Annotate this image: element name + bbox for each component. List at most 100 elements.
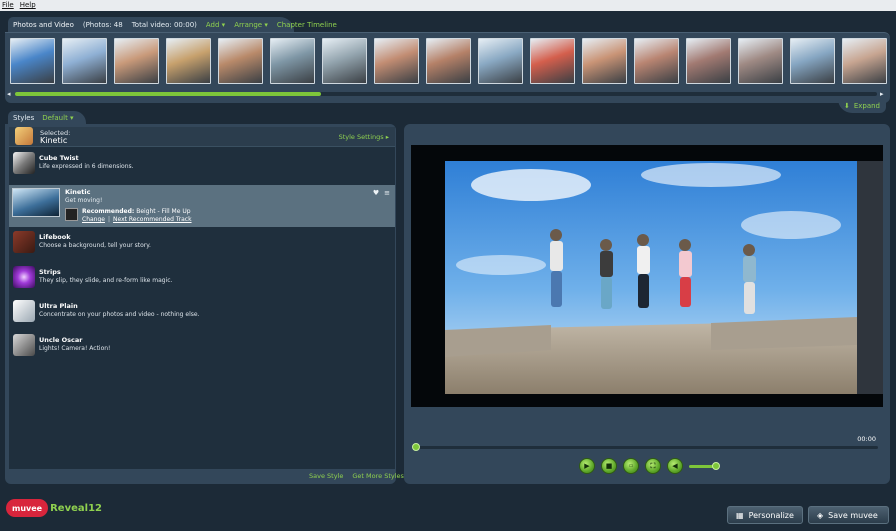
uncle-oscar-icon <box>13 334 35 356</box>
change-track-link[interactable]: Change <box>82 216 105 223</box>
style-item-ultra-plain[interactable]: Ultra Plain Concentrate on your photos a… <box>9 300 395 330</box>
save-muvee-button[interactable]: ◈ Save muvee <box>808 506 889 524</box>
media-thumbnail[interactable] <box>62 38 107 84</box>
style-name: Ultra Plain <box>39 302 78 310</box>
lifebook-icon <box>13 231 35 253</box>
menu-bar: File Help <box>0 0 896 11</box>
fullscreen-icon: ⛶ <box>650 461 656 470</box>
expand-arrow-icon: ⬇ <box>843 102 850 110</box>
brand-logo: muvee Reveal12 <box>6 497 102 519</box>
cube-twist-icon <box>13 152 35 174</box>
selected-style-name: Kinetic <box>40 136 68 145</box>
style-description: Concentrate on your photos and video - n… <box>39 311 200 318</box>
styles-footer: Save Style Get More Styles <box>309 469 404 483</box>
fullscreen-button[interactable]: ⛶ <box>645 458 661 474</box>
personalize-button[interactable]: ▦ Personalize <box>727 506 803 524</box>
media-thumbnail[interactable] <box>738 38 783 84</box>
recommended-track: Recommended: Beight - Fill Me Up <box>82 208 191 215</box>
muvee-logo: muvee <box>6 499 49 517</box>
media-thumbnail[interactable] <box>530 38 575 84</box>
info-icon[interactable]: ≡ <box>384 189 390 197</box>
style-item-uncle-oscar[interactable]: Uncle Oscar Lights! Camera! Action! <box>9 334 395 364</box>
save-muvee-icon: ◈ <box>817 510 824 520</box>
media-thumbnail[interactable] <box>114 38 159 84</box>
strips-icon <box>13 266 35 288</box>
styles-filter-dropdown[interactable]: Default ▾ <box>42 114 73 122</box>
media-thumbnail[interactable] <box>790 38 835 84</box>
media-tab: Photos and Video (Photos: 48 Total video… <box>8 17 337 33</box>
scroll-left-icon[interactable]: ◂ <box>7 90 11 98</box>
media-thumbnail[interactable] <box>686 38 731 84</box>
style-name: Uncle Oscar <box>39 336 83 344</box>
expand-label: Expand <box>853 102 880 110</box>
media-thumbnail[interactable] <box>10 38 55 84</box>
styles-panel: Selected: Kinetic Style Settings ▸ Cube … <box>5 124 404 484</box>
arrange-menu[interactable]: Arrange ▾ <box>234 21 268 29</box>
volume-handle[interactable] <box>712 461 720 470</box>
media-thumbnail[interactable] <box>478 38 523 84</box>
media-scroll-thumb[interactable] <box>15 92 321 96</box>
playback-controls: ▶ ■ ▭ ⛶ ◀ <box>579 458 720 474</box>
selected-style-icon <box>15 127 33 145</box>
music-track-icon <box>65 208 78 221</box>
volume-button[interactable]: ◀ <box>667 458 683 474</box>
media-thumbnail[interactable] <box>322 38 367 84</box>
speaker-icon: ◀ <box>672 462 678 470</box>
volume-slider[interactable] <box>689 461 720 470</box>
chapter-timeline-link[interactable]: Chapter Timeline <box>277 21 337 29</box>
stop-icon: ■ <box>605 462 613 470</box>
save-style-link[interactable]: Save Style <box>309 472 343 480</box>
style-item-kinetic[interactable]: Kinetic Get moving! Recommended: Beight … <box>9 185 395 227</box>
seek-bar[interactable] <box>416 446 878 449</box>
style-description: Lights! Camera! Action! <box>39 345 111 352</box>
save-muvee-label: Save muvee <box>828 510 878 520</box>
add-menu[interactable]: Add ▾ <box>206 21 225 29</box>
menu-help[interactable]: Help <box>20 0 36 11</box>
media-title: Photos and Video <box>13 21 74 29</box>
video-preview[interactable] <box>411 145 883 407</box>
media-panel: ◂ ▸ <box>5 32 890 103</box>
expand-button[interactable]: ⬇ Expand <box>838 99 886 113</box>
selected-style-header: Selected: Kinetic Style Settings ▸ <box>9 127 395 147</box>
style-description: They slip, they slide, and re-form like … <box>39 277 173 284</box>
style-description: Get moving! <box>65 197 103 204</box>
aspect-ratio-icon: ▭ <box>628 463 634 469</box>
reveal-logo-text: Reveal12 <box>50 502 102 514</box>
media-thumbnail[interactable] <box>582 38 627 84</box>
aspect-ratio-button[interactable]: ▭ <box>623 458 639 474</box>
style-item-lifebook[interactable]: Lifebook Choose a background, tell your … <box>9 231 395 261</box>
styles-list: Selected: Kinetic Style Settings ▸ Cube … <box>9 127 395 469</box>
media-thumbnail[interactable] <box>842 38 887 84</box>
media-thumbnail[interactable] <box>374 38 419 84</box>
menu-file[interactable]: File <box>2 0 14 11</box>
styles-title: Styles <box>13 114 35 122</box>
seek-handle[interactable] <box>412 443 420 451</box>
personalize-icon: ▦ <box>736 510 744 520</box>
media-thumbnail[interactable] <box>426 38 471 84</box>
stop-button[interactable]: ■ <box>601 458 617 474</box>
style-item-cube-twist[interactable]: Cube Twist Life expressed in 6 dimension… <box>9 151 395 181</box>
get-more-styles-link[interactable]: Get More Styles <box>352 472 404 480</box>
styles-tab: Styles Default ▾ <box>8 111 86 125</box>
scroll-right-icon[interactable]: ▸ <box>880 90 884 98</box>
thumbnail-strip <box>10 38 887 86</box>
style-name: Lifebook <box>39 233 71 241</box>
style-item-strips[interactable]: Strips They slip, they slide, and re-for… <box>9 266 395 296</box>
style-name: Cube Twist <box>39 154 79 162</box>
play-button[interactable]: ▶ <box>579 458 595 474</box>
track-links: Change | Next Recommended Track <box>82 216 192 223</box>
style-name: Kinetic <box>65 188 91 196</box>
style-settings-link[interactable]: Style Settings ▸ <box>339 133 389 141</box>
play-icon: ▶ <box>584 462 590 470</box>
media-scrollbar[interactable] <box>15 92 877 96</box>
lightbulb-icon[interactable]: ♥ <box>373 189 379 197</box>
media-thumbnail[interactable] <box>218 38 263 84</box>
media-thumbnail[interactable] <box>634 38 679 84</box>
next-track-link[interactable]: Next Recommended Track <box>113 216 192 223</box>
photo-count: (Photos: 48 <box>82 21 123 29</box>
media-thumbnail[interactable] <box>270 38 315 84</box>
kinetic-preview-thumb <box>12 188 60 217</box>
ultra-plain-icon <box>13 300 35 322</box>
media-thumbnail[interactable] <box>166 38 211 84</box>
style-description: Choose a background, tell your story. <box>39 242 151 249</box>
